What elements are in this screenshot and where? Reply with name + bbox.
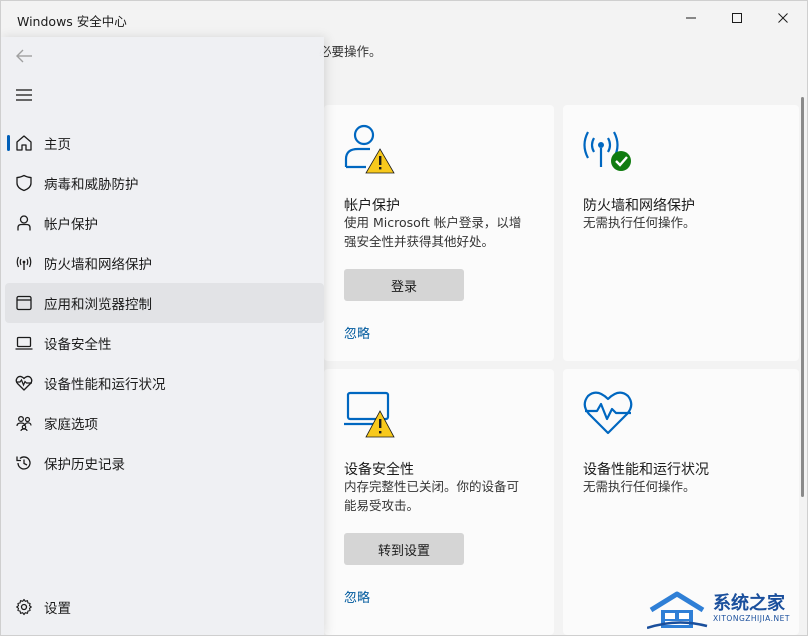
nav-item-label: 防火墙和网络保护 [44, 257, 152, 273]
back-arrow-icon [16, 49, 32, 63]
title-bar: Windows 安全中心 [1, 1, 807, 37]
shield-icon [13, 172, 35, 194]
nav-item-firewall[interactable]: 防火墙和网络保护 [5, 243, 324, 283]
heart-pulse-icon [583, 387, 635, 443]
nav-item-app-browser-control[interactable]: 应用和浏览器控制 [5, 283, 324, 323]
nav-item-label: 家庭选项 [44, 417, 98, 433]
house-logo-icon [647, 591, 708, 630]
person-warning-icon [344, 123, 396, 179]
back-button[interactable] [11, 43, 37, 69]
card-description-line2: 强安全性并获得其他好处。 [344, 234, 495, 249]
card-title: 帐户保护 [344, 198, 400, 214]
gear-icon [13, 596, 35, 618]
sign-in-button[interactable]: 登录 [344, 269, 464, 301]
nav-item-home[interactable]: 主页 [5, 123, 324, 163]
nav-item-device-performance[interactable]: 设备性能和运行状况 [5, 363, 324, 403]
go-to-settings-button[interactable]: 转到设置 [344, 533, 464, 565]
hamburger-icon [16, 89, 32, 101]
card-description-line1: 无需执行任何操作。 [583, 479, 696, 494]
wireless-icon [13, 252, 35, 274]
laptop-warning-icon [344, 387, 396, 443]
nav-item-label: 帐户保护 [44, 217, 98, 233]
menu-button[interactable] [11, 83, 37, 107]
nav-item-virus-protection[interactable]: 病毒和威胁防护 [5, 163, 324, 203]
selection-indicator [7, 135, 10, 151]
nav-item-device-security[interactable]: 设备安全性 [5, 323, 324, 363]
minimize-button[interactable] [668, 1, 714, 35]
dismiss-link[interactable]: 忽略 [344, 323, 370, 342]
nav-item-protection-history[interactable]: 保护历史记录 [5, 443, 324, 483]
firewall-card[interactable]: 防火墙和网络保护 无需执行任何操作。 [563, 105, 799, 361]
device-security-card[interactable]: 设备安全性 内存完整性已关闭。你的设备可 能易受攻击。 转到设置 忽略 [324, 369, 554, 635]
home-icon [13, 132, 35, 154]
nav-item-label: 设置 [44, 601, 71, 617]
status-summary-text: 必要操作。 [319, 44, 382, 59]
nav-item-label: 设备性能和运行状况 [44, 377, 166, 393]
card-description-line1: 内存完整性已关闭。你的设备可 [344, 479, 520, 494]
account-protection-card[interactable]: 帐户保护 使用 Microsoft 帐户登录，以增 强安全性并获得其他好处。 登… [324, 105, 554, 361]
nav-item-label: 保护历史记录 [44, 457, 125, 473]
card-description-line1: 无需执行任何操作。 [583, 215, 696, 230]
card-description-line2: 能易受攻击。 [344, 498, 420, 513]
card-description-line1: 使用 Microsoft 帐户登录，以增 [344, 215, 522, 230]
laptop-icon [13, 332, 35, 354]
close-icon [778, 13, 788, 23]
window-title: Windows 安全中心 [17, 14, 127, 29]
card-title: 防火墙和网络保护 [583, 198, 695, 214]
wireless-ok-icon [583, 123, 635, 179]
close-button[interactable] [760, 1, 806, 35]
history-icon [13, 452, 35, 474]
minimize-icon [686, 17, 696, 19]
nav-item-label: 应用和浏览器控制 [44, 297, 152, 313]
watermark-name: 系统之家 [713, 593, 785, 614]
navigation-pane: 主页 病毒和威胁防护 帐户保护 防火墙和网络保护 应用和浏览器控制 设备安全性 … [1, 37, 324, 635]
nav-item-account-protection[interactable]: 帐户保护 [5, 203, 324, 243]
app-window: Windows 安全中心 必要操作。 帐户保护 使用 Microsoft 帐户登… [0, 0, 808, 636]
card-title: 设备安全性 [344, 462, 414, 478]
nav-item-label: 病毒和威胁防护 [44, 177, 139, 193]
maximize-button[interactable] [714, 1, 760, 35]
nav-item-settings[interactable]: 设置 [5, 587, 324, 627]
nav-item-label: 主页 [44, 137, 71, 153]
nav-item-label: 设备安全性 [44, 337, 112, 353]
person-icon [13, 212, 35, 234]
heart-pulse-icon [13, 372, 35, 394]
watermark-url: XITONGZHIJIA.NET [713, 614, 790, 623]
scrollbar[interactable] [801, 97, 804, 497]
card-title: 设备性能和运行状况 [583, 462, 709, 478]
nav-item-family-options[interactable]: 家庭选项 [5, 403, 324, 443]
maximize-icon [732, 13, 742, 23]
app-window-icon [13, 292, 35, 314]
watermark-logo: 系统之家 XITONGZHIJIA.NET [647, 586, 807, 634]
family-icon [13, 412, 35, 434]
dismiss-link[interactable]: 忽略 [344, 587, 370, 606]
